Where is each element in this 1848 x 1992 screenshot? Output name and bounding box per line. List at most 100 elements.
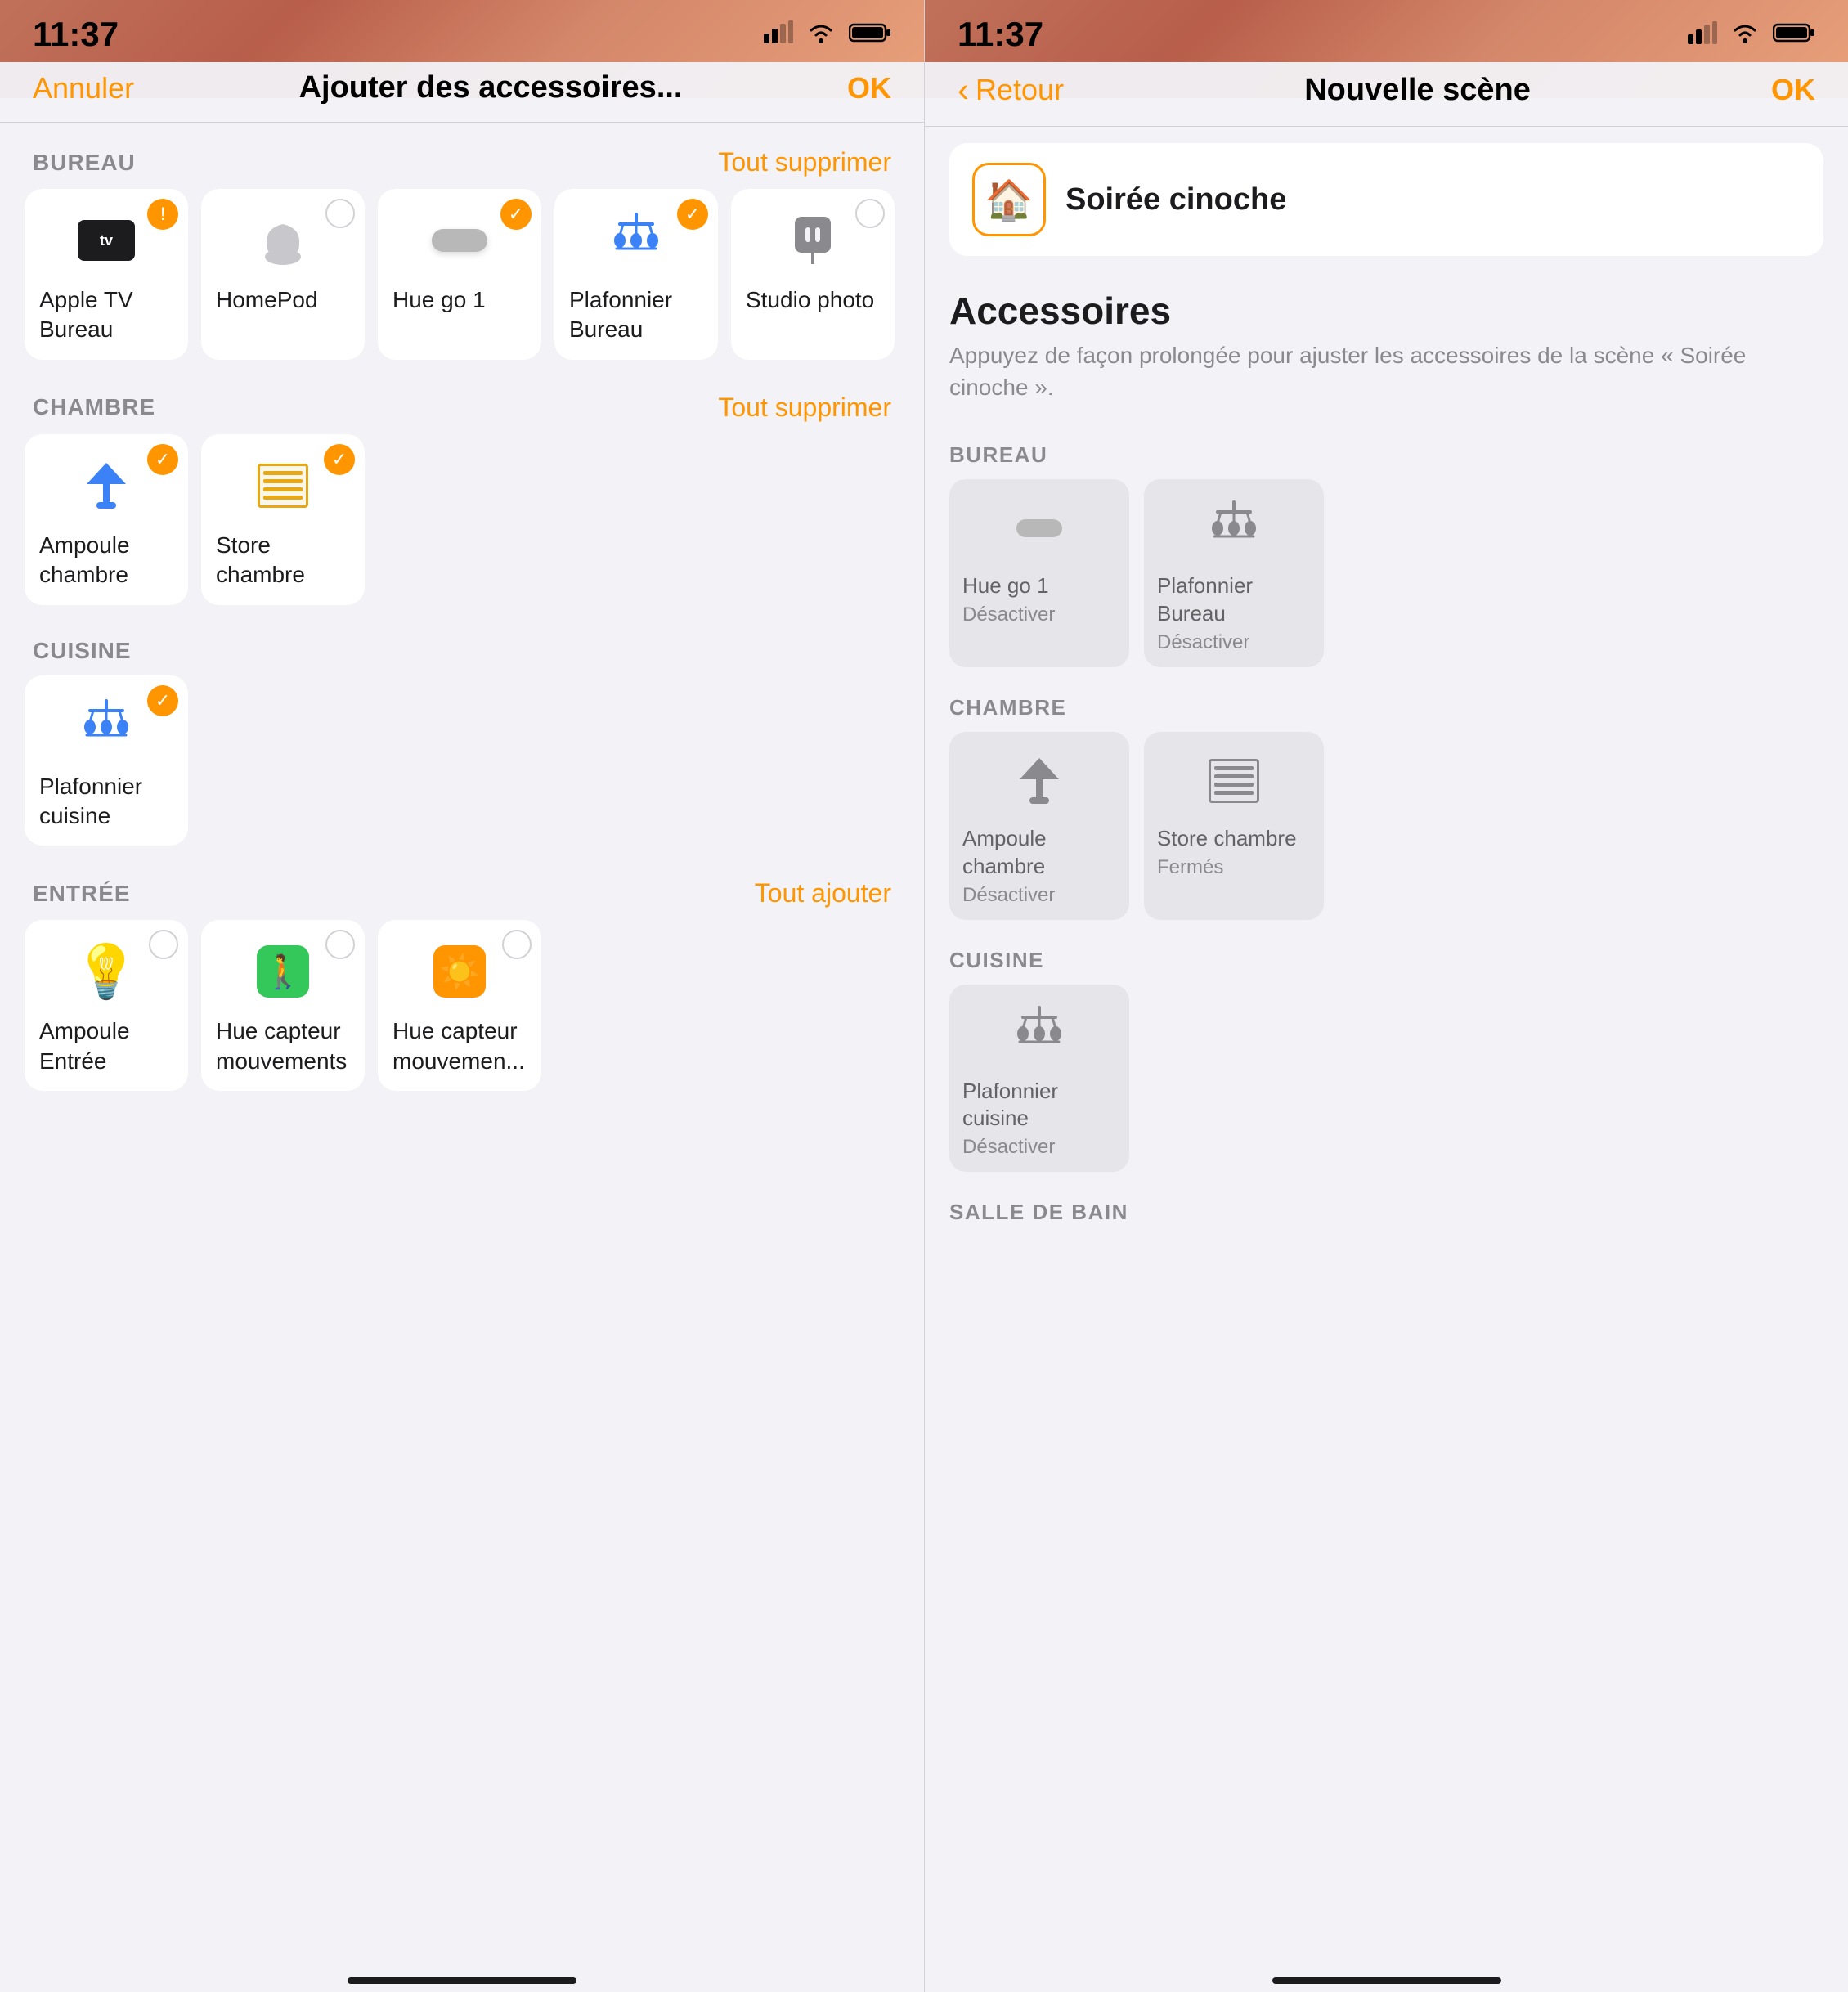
status-icons-right (1688, 20, 1815, 49)
section-cuisine-header: CUISINE (25, 613, 899, 675)
right-accessory-hue-go-1[interactable]: Hue go 1 Désactiver (949, 479, 1129, 667)
section-cuisine-title: CUISINE (33, 638, 132, 664)
right-plafonnier-cuisine-label: Plafonnier cuisine (962, 1078, 1116, 1133)
right-store-chambre-status: Fermés (1157, 856, 1223, 879)
motion-icon: 🚶 (257, 945, 309, 998)
section-entree-title: ENTRÉE (33, 881, 131, 907)
right-accessory-plafonnier-cuisine[interactable]: Plafonnier cuisine Désactiver (949, 985, 1129, 1173)
badge-homepod (325, 199, 355, 228)
right-bureau-title: BUREAU (949, 442, 1047, 467)
right-ampoule-chambre-label: Ampoule chambre (962, 825, 1116, 881)
right-plafonnier-cuisine-icon-area (962, 1001, 1116, 1066)
right-plafonnier-bureau-status: Désactiver (1157, 631, 1249, 654)
right-chambre-header: CHAMBRE (925, 675, 1848, 732)
hue-capteur-1-label: Hue capteur mouvements (216, 1016, 350, 1076)
status-bar-left: 11:37 (0, 0, 924, 62)
chandelier-cuisine-icon (78, 699, 134, 755)
right-store-chambre-icon-area (1157, 748, 1311, 814)
scene-name: Soirée cinoche (1065, 182, 1286, 218)
entree-tout-ajouter[interactable]: Tout ajouter (755, 878, 891, 909)
back-label: Retour (976, 73, 1064, 107)
right-chambre-grid: Ampoule chambre Désactiver Store chambre (925, 732, 1848, 928)
right-sdb-header: SALLE DE BAIN (925, 1180, 1848, 1236)
right-accessory-plafonnier-bureau[interactable]: Plafonnier Bureau Désactiver (1144, 479, 1324, 667)
store-chambre-label: Store chambre (216, 531, 350, 590)
ok-button-right[interactable]: OK (1771, 73, 1815, 107)
right-panel: 11:37 ‹ Retour Nouvelle scène OK (924, 0, 1848, 1992)
right-accessory-store-chambre[interactable]: Store chambre Fermés (1144, 732, 1324, 920)
bureau-tout-supprimer[interactable]: Tout supprimer (718, 147, 891, 177)
badge-apple-tv: ! (147, 199, 178, 230)
accessory-hue-capteur-1[interactable]: 🚶 Hue capteur mouvements (201, 920, 365, 1091)
scene-icon-box: 🏠 (972, 163, 1046, 236)
back-button[interactable]: ‹ Retour (958, 70, 1064, 110)
accessory-homepod[interactable]: HomePod (201, 189, 365, 360)
homepod-icon (258, 212, 307, 269)
right-ampoule-chambre-icon-area (962, 748, 1116, 814)
section-chambre-header: CHAMBRE Tout supprimer (25, 368, 899, 434)
badge-store-chambre: ✓ (324, 444, 355, 475)
apple-tv-icon: tv (78, 220, 135, 261)
accessory-plafonnier-bureau[interactable]: ✓ Plafo (554, 189, 718, 360)
nav-bar-left: Annuler Ajouter des accessoires... OK (0, 62, 924, 122)
badge-studio-photo (855, 199, 885, 228)
chambre-tout-supprimer[interactable]: Tout supprimer (718, 393, 891, 423)
status-bar-right: 11:37 (925, 0, 1848, 62)
right-ampoule-chambre-status: Désactiver (962, 884, 1055, 907)
bureau-grid: ! tv Apple TV Bureau (25, 189, 899, 368)
blind-yellow-icon (258, 464, 308, 508)
accessory-hue-go-1[interactable]: ✓ Hue go 1 (378, 189, 541, 360)
right-plafonnier-bureau-icon-area (1157, 496, 1311, 561)
ampoule-chambre-label: Ampoule chambre (39, 531, 173, 590)
chandelier-bureau-icon (608, 213, 664, 268)
accessory-apple-tv[interactable]: ! tv Apple TV Bureau (25, 189, 188, 360)
right-hue-go-label: Hue go 1 (962, 572, 1049, 600)
homepod-label: HomePod (216, 285, 318, 315)
ok-button-left[interactable]: OK (847, 71, 891, 105)
signal-icon-right (1688, 21, 1717, 48)
right-hue-go-status: Désactiver (962, 603, 1055, 626)
studio-photo-label: Studio photo (746, 285, 874, 315)
back-chevron-icon: ‹ (958, 70, 969, 110)
right-chambre-title: CHAMBRE (949, 695, 1066, 720)
right-accessory-ampoule-chambre[interactable]: Ampoule chambre Désactiver (949, 732, 1129, 920)
lamp-blue-icon (83, 458, 129, 514)
badge-hue-capteur-2 (502, 930, 532, 959)
right-bureau-grid: Hue go 1 Désactiver (925, 479, 1848, 675)
badge-plafonnier-bureau: ✓ (677, 199, 708, 230)
right-chandelier-bureau-icon (1206, 500, 1262, 556)
accessory-ampoule-chambre[interactable]: ✓ Ampoule chambre (25, 434, 188, 605)
accessories-list: BUREAU Tout supprimer ! tv Apple TV Bure… (0, 123, 924, 1964)
scene-header-card[interactable]: 🏠 Soirée cinoche (949, 143, 1823, 256)
section-bureau-header: BUREAU Tout supprimer (25, 123, 899, 189)
hue-capteur-2-label: Hue capteur mouvemen... (392, 1016, 527, 1076)
accessory-studio-photo[interactable]: Studio photo (731, 189, 895, 360)
wifi-icon (805, 20, 837, 49)
nav-title-right: Nouvelle scène (1064, 73, 1771, 108)
accessory-store-chambre[interactable]: ✓ Store chambre (201, 434, 365, 605)
scene-home-icon: 🏠 (985, 177, 1034, 223)
accessory-ampoule-entree[interactable]: 💡 Ampoule Entrée (25, 920, 188, 1091)
entree-grid: 💡 Ampoule Entrée 🚶 Hue capteur mouvement… (25, 920, 899, 1099)
accessories-description: Appuyez de façon prolongée pour ajuster … (925, 339, 1848, 423)
right-plafonnier-bureau-label: Plafonnier Bureau (1157, 572, 1311, 628)
home-indicator-right (1272, 1977, 1501, 1984)
apple-tv-text: tv (100, 232, 113, 249)
badge-plafonnier-cuisine: ✓ (147, 685, 178, 716)
accessories-main-title: Accessoires (925, 272, 1848, 339)
right-plafonnier-cuisine-status: Désactiver (962, 1136, 1055, 1159)
time-right: 11:37 (958, 15, 1043, 54)
signal-icon (764, 20, 793, 49)
right-scroll-content: BUREAU Hue go 1 Désactiver (925, 423, 1848, 1964)
cancel-button[interactable]: Annuler (33, 71, 134, 105)
battery-icon (849, 21, 891, 48)
home-indicator-left (348, 1977, 576, 1984)
status-icons-left (764, 20, 891, 49)
plafonnier-bureau-label: Plafonnier Bureau (569, 285, 703, 345)
cuisine-grid: ✓ Plafo (25, 675, 899, 855)
badge-ampoule-entree (149, 930, 178, 959)
nav-title-left: Ajouter des accessoires... (134, 70, 847, 105)
right-lamp-gray-icon (1016, 753, 1062, 809)
accessory-hue-capteur-2[interactable]: ☀️ Hue capteur mouvemen... (378, 920, 541, 1091)
accessory-plafonnier-cuisine[interactable]: ✓ Plafo (25, 675, 188, 846)
